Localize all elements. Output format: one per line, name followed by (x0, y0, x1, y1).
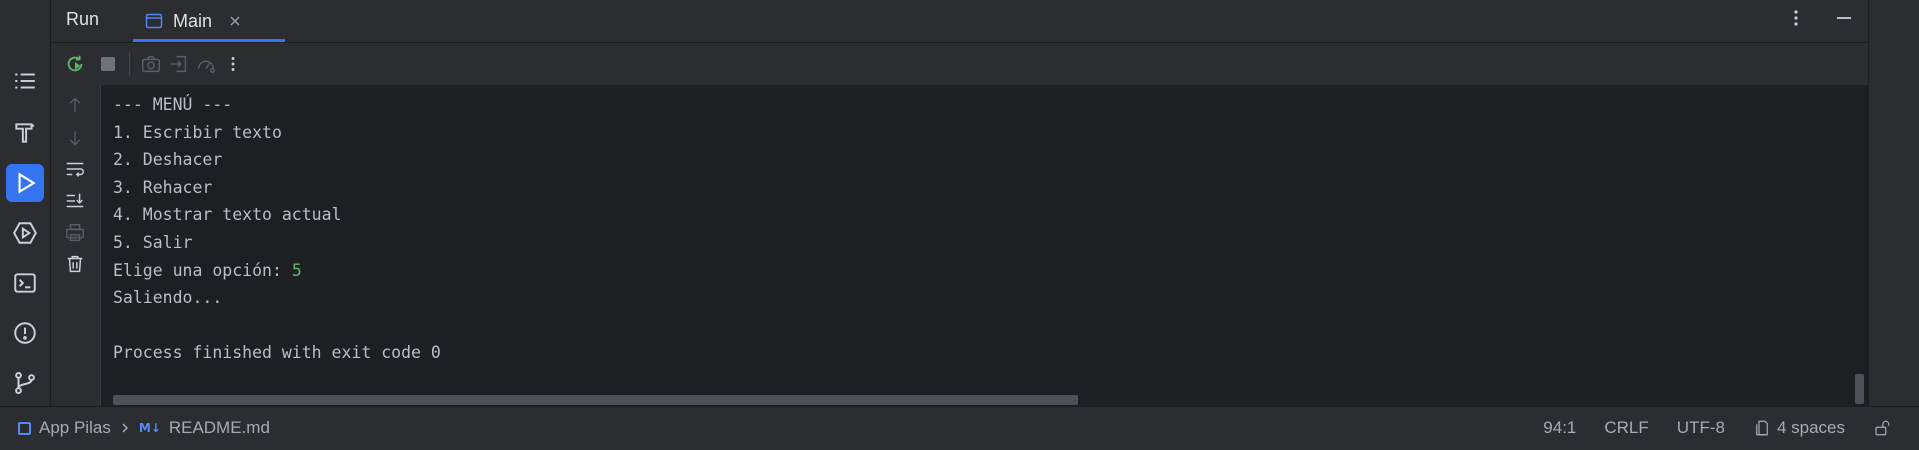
run-icon (18, 172, 36, 194)
arrow-down-icon (69, 131, 81, 146)
restore-layout-button[interactable] (167, 52, 191, 76)
problems-button[interactable] (6, 314, 44, 352)
console-line: Saliendo... (113, 288, 223, 308)
console-line: 1. Escribir texto (113, 122, 282, 142)
console-gutter (51, 85, 101, 406)
soft-wrap-button[interactable] (63, 157, 87, 181)
console-exit-message: Process finished with exit code 0 (113, 343, 441, 363)
options-button[interactable] (1784, 6, 1808, 30)
indent-label: 4 spaces (1776, 418, 1845, 437)
structure-button[interactable] (6, 62, 44, 100)
close-icon[interactable] (228, 14, 242, 28)
terminal-icon (14, 273, 36, 293)
console-line: 2. Deshacer (113, 150, 223, 170)
profiler-button[interactable] (194, 52, 218, 76)
more-vertical-icon (1794, 10, 1798, 26)
stop-icon (101, 57, 115, 71)
print-button[interactable] (63, 221, 87, 245)
run-toolbar (51, 43, 1868, 85)
line-separator[interactable]: CRLF (1604, 418, 1648, 438)
right-tool-strip (1868, 0, 1919, 406)
build-button[interactable] (6, 114, 44, 152)
terminal-button[interactable] (6, 264, 44, 302)
enter-icon (170, 55, 187, 73)
console-user-input: 5 (291, 260, 302, 280)
services-button[interactable] (6, 214, 44, 252)
hide-button[interactable] (1832, 6, 1856, 30)
print-icon (66, 224, 84, 242)
scroll-up-button[interactable] (63, 93, 87, 117)
structure-icon (15, 73, 35, 89)
stop-button[interactable] (96, 52, 120, 76)
read-only-toggle[interactable] (1873, 419, 1891, 437)
unlock-icon (1875, 420, 1890, 436)
rerun-button[interactable] (63, 52, 87, 76)
tab-main[interactable]: Main (133, 0, 285, 42)
vertical-scrollbar[interactable] (1855, 374, 1864, 404)
tab-label: Main (173, 10, 213, 31)
indent-icon (1756, 420, 1768, 436)
services-icon (13, 222, 37, 244)
markdown-icon: M↓ (138, 421, 161, 435)
console-line: 3. Rehacer (113, 177, 213, 197)
file-encoding[interactable]: UTF-8 (1677, 418, 1725, 438)
console-prompt: Elige una opción: (113, 260, 292, 280)
more-actions-button[interactable] (221, 52, 245, 76)
build-icon (15, 123, 35, 143)
gauge-icon (197, 60, 215, 73)
tool-window-title: Run (66, 9, 100, 29)
scroll-down-button[interactable] (63, 126, 87, 150)
minimize-icon (1837, 17, 1851, 19)
scroll-to-end-button[interactable] (63, 189, 87, 213)
tab-selected-indicator (133, 39, 285, 42)
camera-icon (142, 55, 160, 73)
console-line: 4. Mostrar texto actual (113, 205, 342, 225)
toolbar-separator (129, 52, 130, 76)
breadcrumb: App Pilas M↓ README.md (18, 418, 270, 438)
horizontal-scrollbar[interactable] (113, 395, 1078, 405)
scroll-to-end-icon (66, 193, 84, 208)
more-vertical-icon (231, 57, 235, 71)
run-button[interactable] (6, 164, 44, 202)
breadcrumb-project[interactable]: App Pilas (39, 418, 111, 438)
module-icon (18, 421, 31, 435)
arrow-up-icon (69, 97, 81, 112)
console-line: --- MENÚ --- (113, 95, 233, 114)
console-output[interactable]: --- MENÚ --- 1. Escribir texto 2. Deshac… (101, 85, 1868, 406)
breadcrumb-file[interactable]: README.md (169, 418, 270, 438)
indent-setting[interactable]: 4 spaces (1753, 418, 1845, 438)
rerun-icon (67, 55, 83, 72)
chevron-right-icon (122, 423, 128, 433)
problems-icon (14, 322, 36, 344)
trash-icon (67, 255, 83, 273)
soft-wrap-icon (66, 162, 84, 177)
clear-all-button[interactable] (63, 252, 87, 276)
console-text: --- MENÚ --- 1. Escribir texto 2. Deshac… (113, 91, 441, 367)
console-line: 5. Salir (113, 232, 193, 252)
caret-position[interactable]: 94:1 (1543, 418, 1576, 438)
run-tool-window-header: Run Main (51, 0, 1868, 43)
git-icon (15, 372, 35, 394)
git-button[interactable] (6, 364, 44, 402)
screenshot-button[interactable] (139, 52, 163, 76)
activity-bar (0, 0, 51, 406)
app-window-icon (145, 13, 163, 29)
status-bar: App Pilas M↓ README.md 94:1 CRLF UTF-8 4… (0, 406, 1919, 450)
